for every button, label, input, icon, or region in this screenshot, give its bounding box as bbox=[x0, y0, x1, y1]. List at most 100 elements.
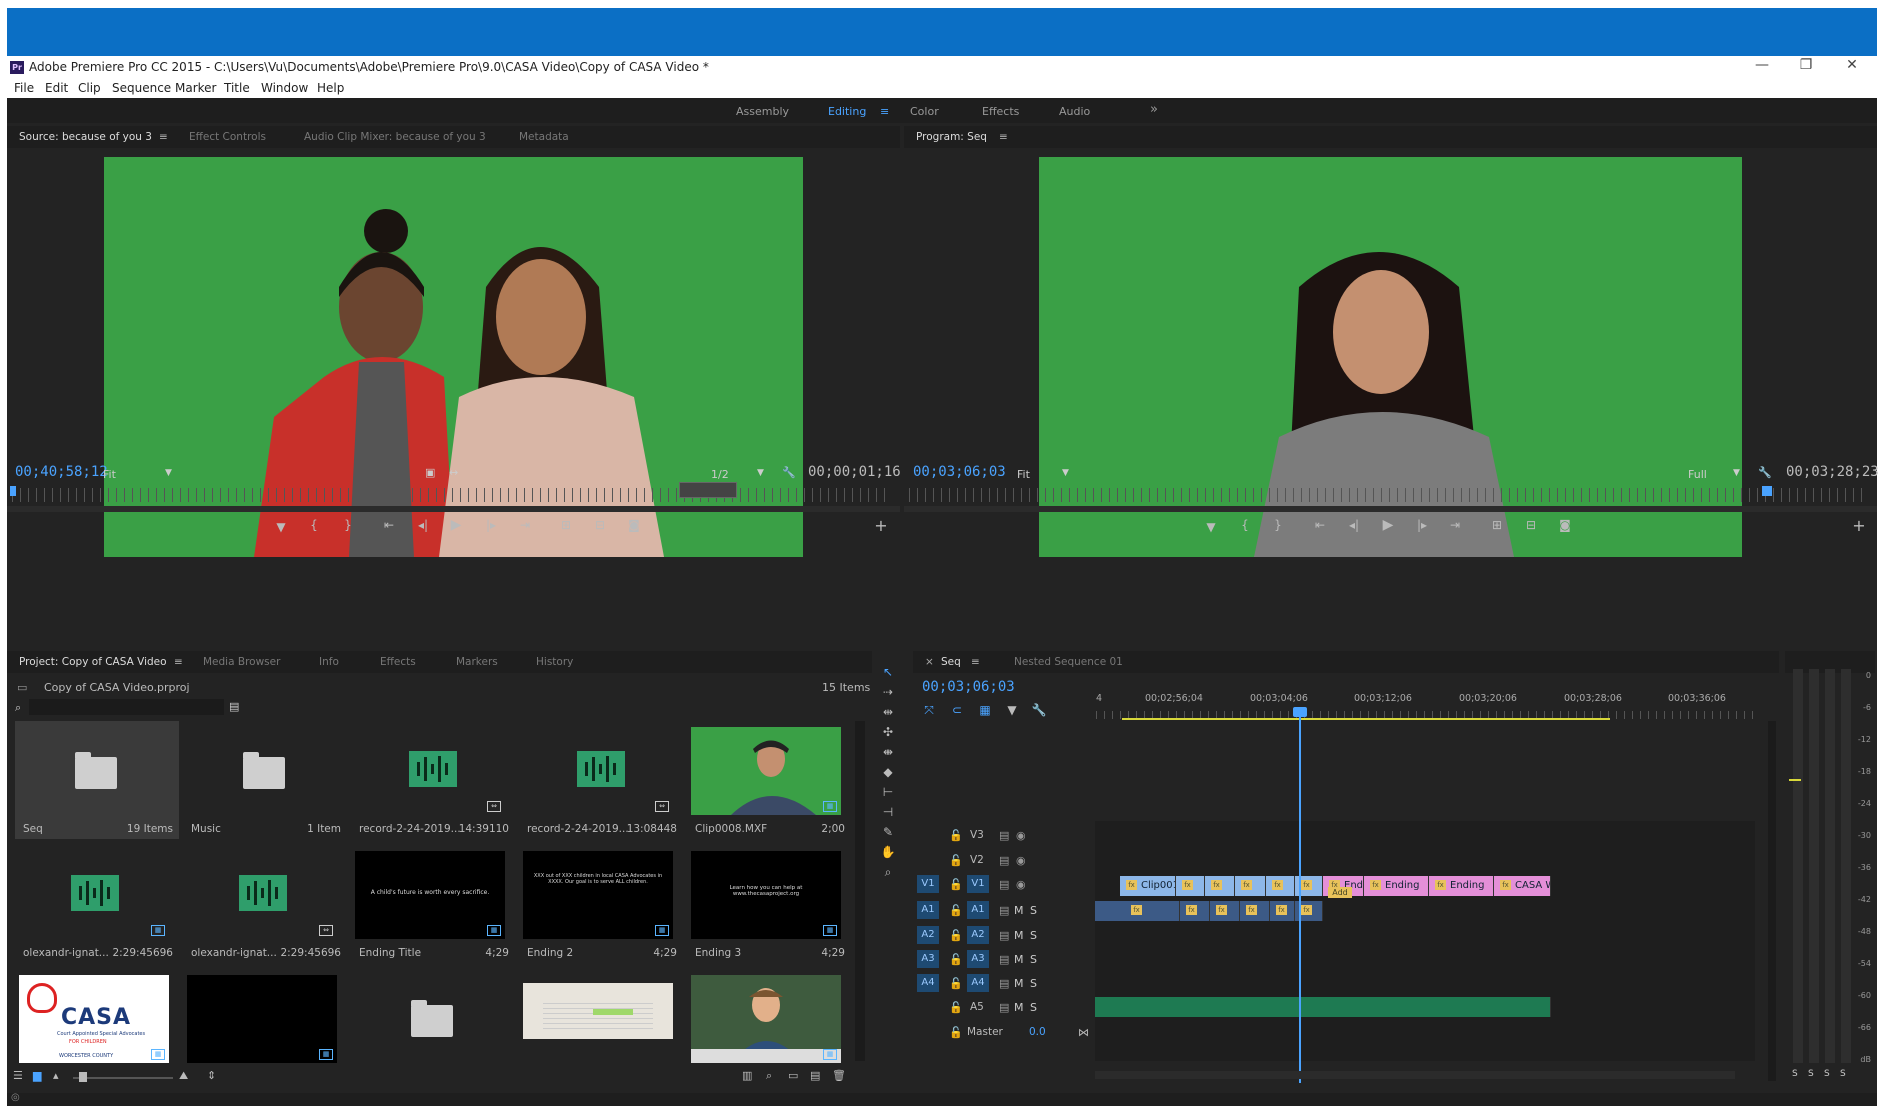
clip-v1-casa[interactable]: fxCASA W bbox=[1494, 876, 1551, 896]
clip-v1[interactable]: fx Clip001 bbox=[1120, 876, 1176, 896]
selection-tool-icon[interactable]: ↖ bbox=[880, 665, 896, 679]
clip-v1-ending[interactable]: fx Ending bbox=[1429, 876, 1494, 896]
tab-project[interactable]: Project: Copy of CASA Video bbox=[19, 656, 167, 668]
lift-icon[interactable]: ⊞ bbox=[1489, 518, 1505, 532]
ripple-edit-tool-icon[interactable]: ⇹ bbox=[880, 705, 896, 719]
wrench-icon[interactable]: 🔧 bbox=[1031, 703, 1047, 717]
program-time-ruler[interactable] bbox=[909, 488, 1869, 502]
source-fit-select[interactable]: Fit bbox=[103, 468, 116, 481]
tab-seq[interactable]: Seq bbox=[941, 656, 961, 668]
project-item-photo[interactable]: ▦ bbox=[687, 969, 851, 1066]
workspace-audio[interactable]: Audio bbox=[1059, 105, 1090, 118]
pen-tool-icon[interactable]: ✎ bbox=[880, 825, 896, 839]
project-item-image[interactable] bbox=[519, 969, 683, 1066]
meter-solo-button[interactable]: S bbox=[1840, 1069, 1846, 1079]
hand-tool-icon[interactable]: ✋ bbox=[880, 845, 896, 859]
program-current-timecode[interactable]: 00;03;06;03 bbox=[913, 464, 1006, 480]
insert-icon[interactable]: ⊞ bbox=[558, 518, 574, 532]
solo-button[interactable]: S bbox=[1030, 929, 1037, 942]
workspace-menu-icon[interactable]: ≡ bbox=[880, 105, 889, 118]
work-area-bar[interactable] bbox=[1122, 718, 1610, 720]
project-item-title[interactable]: A child's future is worth every sacrific… bbox=[351, 845, 515, 963]
clip-v1[interactable]: fx bbox=[1266, 876, 1295, 896]
compare-icon[interactable]: ↔ bbox=[449, 466, 458, 479]
list-view-icon[interactable]: ☰ bbox=[13, 1069, 23, 1082]
workspace-more-icon[interactable]: » bbox=[1150, 102, 1158, 117]
mark-out-icon[interactable]: } bbox=[1270, 518, 1286, 532]
mark-in-icon[interactable]: { bbox=[306, 518, 322, 532]
source-current-timecode[interactable]: 00;40;58;12 bbox=[15, 464, 108, 480]
lock-icon[interactable]: 🔓 bbox=[949, 854, 963, 867]
clip-v1[interactable]: fx bbox=[1176, 876, 1205, 896]
track-select-tool-icon[interactable]: ⇢ bbox=[880, 685, 896, 699]
source-patch-v1[interactable]: V1 bbox=[917, 875, 939, 893]
menu-title[interactable]: Title bbox=[224, 81, 250, 95]
menu-window[interactable]: Window bbox=[261, 81, 308, 95]
tab-menu-icon[interactable]: ≡ bbox=[971, 656, 980, 668]
lock-icon[interactable]: 🔓 bbox=[949, 878, 963, 891]
clip-a1[interactable]: fx bbox=[1270, 901, 1295, 921]
go-to-in-icon[interactable]: ⇤ bbox=[381, 518, 397, 532]
source-time-ruler[interactable] bbox=[12, 488, 892, 502]
source-zoom-bar[interactable] bbox=[7, 506, 900, 512]
tab-media-browser[interactable]: Media Browser bbox=[203, 656, 280, 668]
mark-out-icon[interactable]: } bbox=[340, 518, 356, 532]
step-forward-icon[interactable]: |▸ bbox=[483, 518, 499, 532]
solo-button[interactable]: S bbox=[1030, 953, 1037, 966]
go-to-in-icon[interactable]: ⇤ bbox=[1312, 518, 1328, 532]
automate-to-sequence-icon[interactable]: ▥ bbox=[742, 1069, 752, 1082]
lock-icon[interactable]: 🔓 bbox=[949, 953, 963, 966]
razor-tool-icon[interactable]: ◆ bbox=[880, 765, 896, 779]
meter-solo-button[interactable]: S bbox=[1792, 1069, 1798, 1079]
menu-sequence[interactable]: Sequence bbox=[112, 81, 171, 95]
lock-icon[interactable]: 🔓 bbox=[949, 1026, 963, 1039]
overwrite-icon[interactable]: ⊟ bbox=[592, 518, 608, 532]
trash-icon[interactable]: 🗑 bbox=[832, 1069, 846, 1082]
clip-a1[interactable]: fx bbox=[1180, 901, 1210, 921]
eye-icon[interactable]: ◉ bbox=[1016, 854, 1026, 867]
workspace-effects[interactable]: Effects bbox=[982, 105, 1019, 118]
menu-marker[interactable]: Marker bbox=[175, 81, 216, 95]
wrench-icon[interactable]: 🔧 bbox=[782, 466, 796, 479]
workspace-color[interactable]: Color bbox=[910, 105, 939, 118]
project-item-audio[interactable]: ⇔ record-2-24-2019... 13:08448 bbox=[519, 721, 683, 839]
zoom-out-icon[interactable]: ▴ bbox=[53, 1069, 59, 1082]
linked-selection-icon[interactable]: ⊂ bbox=[949, 703, 965, 717]
tab-effect-controls[interactable]: Effect Controls bbox=[189, 131, 266, 143]
tab-metadata[interactable]: Metadata bbox=[519, 131, 569, 143]
sync-lock-icon[interactable]: ▤ bbox=[999, 929, 1009, 942]
sync-lock-icon[interactable]: ▤ bbox=[999, 977, 1009, 990]
source-resolution-select[interactable]: 1/2 bbox=[711, 468, 729, 481]
chevron-down-icon[interactable]: ▼ bbox=[1062, 468, 1069, 478]
meter-solo-button[interactable]: S bbox=[1808, 1069, 1814, 1079]
project-scrollbar[interactable] bbox=[855, 721, 865, 1061]
find-icon[interactable]: ⌕ bbox=[766, 1069, 772, 1083]
lock-icon[interactable]: 🔓 bbox=[949, 929, 963, 942]
sync-lock-icon[interactable]: ▤ bbox=[999, 878, 1009, 891]
clip-v1[interactable]: fx bbox=[1205, 876, 1235, 896]
solo-button[interactable]: S bbox=[1030, 904, 1037, 917]
project-item-title[interactable]: Learn how you can help at www.thecasapro… bbox=[687, 845, 851, 963]
source-patch-a3[interactable]: A3 bbox=[917, 950, 939, 968]
source-patch-a4[interactable]: A4 bbox=[917, 974, 939, 992]
new-bin-icon[interactable]: ▭ bbox=[788, 1069, 798, 1082]
mute-button[interactable]: M bbox=[1014, 929, 1024, 942]
timeline-playhead[interactable] bbox=[1299, 713, 1301, 1083]
lock-icon[interactable]: 🔓 bbox=[949, 904, 963, 917]
button-editor-icon[interactable]: + bbox=[873, 516, 889, 535]
track-target-a1[interactable]: A1 bbox=[967, 901, 989, 919]
track-area[interactable]: fx Clip001 fx fx fx fx fx fx End fx Ending … bbox=[1095, 821, 1755, 1061]
lock-icon[interactable]: 🔓 bbox=[949, 1001, 963, 1014]
menu-file[interactable]: File bbox=[14, 81, 34, 95]
clip-a1[interactable]: fx bbox=[1240, 901, 1270, 921]
rate-stretch-tool-icon[interactable]: ⇼ bbox=[880, 745, 896, 759]
tab-effects[interactable]: Effects bbox=[380, 656, 416, 668]
step-forward-icon[interactable]: |▸ bbox=[1414, 518, 1430, 532]
program-playhead[interactable] bbox=[1762, 486, 1772, 496]
go-to-end-icon[interactable]: ⋈ bbox=[1078, 1026, 1089, 1039]
source-in-out-range[interactable] bbox=[679, 482, 737, 498]
eye-icon[interactable]: ◉ bbox=[1016, 878, 1026, 891]
project-item-black-video[interactable]: ▦ bbox=[183, 969, 347, 1066]
export-frame-icon[interactable]: ◙ bbox=[626, 518, 642, 532]
timeline-vertical-scrollbar[interactable] bbox=[1768, 721, 1776, 1081]
